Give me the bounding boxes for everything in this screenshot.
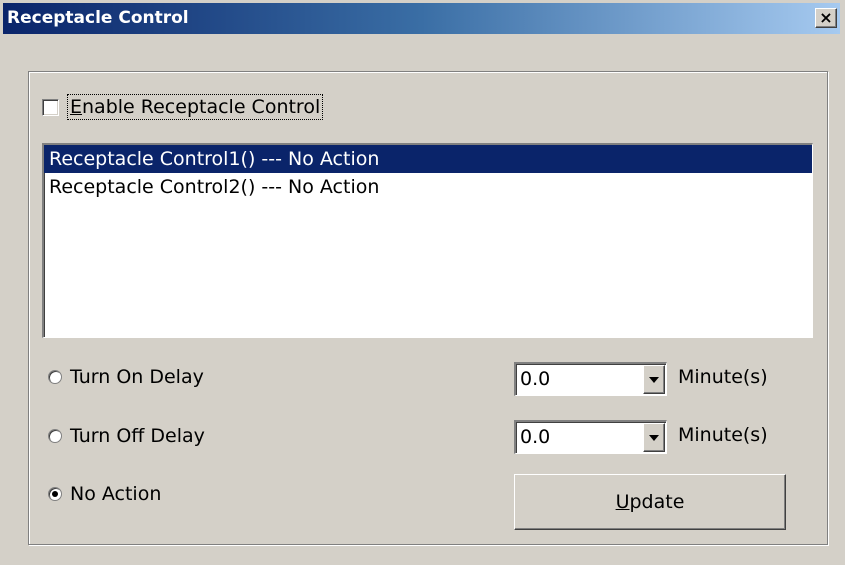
update-button[interactable]: Update (514, 474, 786, 530)
radio-button-checked[interactable] (48, 487, 62, 501)
turn-on-delay-radio[interactable]: Turn On Delay (48, 362, 204, 392)
receptacle-control-dialog: Receptacle Control × Enable Receptacle C… (0, 0, 845, 565)
turn-off-delay-select[interactable]: 0.0 (514, 420, 667, 454)
turn-off-unit-label: Minute(s) (678, 424, 768, 446)
list-item[interactable]: Receptacle Control2() --- No Action (44, 173, 812, 201)
radio-button[interactable] (48, 370, 62, 384)
update-button-label: Update (615, 491, 685, 513)
turn-on-delay-value: 0.0 (520, 368, 551, 390)
no-action-radio[interactable]: No Action (48, 479, 161, 509)
turn-on-delay-label[interactable]: Turn On Delay (70, 366, 204, 388)
turn-off-delay-value: 0.0 (520, 426, 551, 448)
list-item-label: Receptacle Control2() --- No Action (49, 176, 380, 198)
close-icon: × (819, 8, 833, 27)
list-item[interactable]: Receptacle Control1() --- No Action (44, 145, 812, 173)
window-title: Receptacle Control (7, 8, 189, 28)
turn-on-unit-label: Minute(s) (678, 366, 768, 388)
close-button[interactable]: × (815, 8, 837, 28)
chevron-down-icon[interactable] (643, 423, 665, 452)
list-item-label: Receptacle Control1() --- No Action (49, 148, 380, 170)
enable-checkbox-label[interactable]: Enable Receptacle Control (67, 94, 324, 120)
checkbox-box[interactable] (42, 98, 59, 116)
chevron-down-icon[interactable] (643, 365, 665, 394)
title-bar[interactable]: Receptacle Control × (3, 3, 840, 34)
radio-button[interactable] (48, 429, 62, 443)
turn-off-delay-label[interactable]: Turn Off Delay (70, 425, 205, 447)
no-action-label[interactable]: No Action (70, 483, 161, 505)
turn-off-delay-radio[interactable]: Turn Off Delay (48, 421, 205, 451)
turn-on-delay-select[interactable]: 0.0 (514, 362, 667, 396)
enable-receptacle-control-checkbox[interactable]: Enable Receptacle Control (42, 92, 324, 122)
receptacle-listbox[interactable]: Receptacle Control1() --- No Action Rece… (42, 143, 813, 338)
